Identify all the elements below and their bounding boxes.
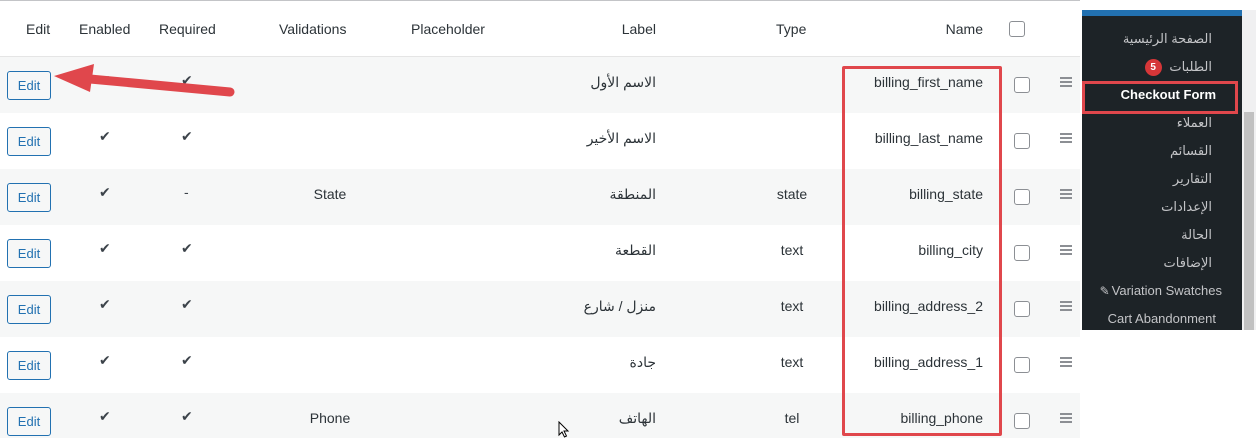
name-cell: billing_first_name: [874, 74, 983, 90]
sidebar-scroll-thumb[interactable]: [1244, 112, 1254, 330]
table-row: Edit ✔ - State المنطقة state billing_state: [0, 169, 1080, 225]
sidebar-item-reports[interactable]: التقارير: [1173, 171, 1212, 187]
drag-handle-icon[interactable]: [1060, 301, 1072, 311]
header-edit: Edit: [26, 21, 51, 37]
type-cell: state: [776, 186, 808, 202]
enabled-check-icon: ✔: [99, 408, 111, 424]
sidebar-item-coupons[interactable]: القسائم: [1170, 143, 1212, 159]
required-check-icon: ✔: [181, 408, 193, 424]
edit-button[interactable]: Edit: [7, 183, 51, 212]
required-check-icon: ✔: [181, 128, 193, 144]
sidebar-item-status[interactable]: الحالة: [1181, 227, 1212, 243]
type-cell: text: [780, 242, 804, 258]
label-cell: منزل / شارع: [583, 298, 656, 314]
table-row: Edit ✔ ✔ الاسم الأول billing_first_name: [0, 57, 1080, 113]
table-row: Edit ✔ ✔ Phone الهاتف tel billing_phone: [0, 393, 1080, 438]
header-name: Name: [945, 21, 983, 37]
row-select-checkbox[interactable]: [1014, 301, 1030, 317]
swatch-icon: ✎: [1099, 284, 1110, 298]
edit-button[interactable]: Edit: [7, 127, 51, 156]
required-check-icon: ✔: [181, 72, 193, 88]
required-check-icon: ✔: [181, 240, 193, 256]
table-header: Edit Enabled Required Validations Placeh…: [0, 0, 1080, 57]
table-row: Edit ✔ ✔ الاسم الأخير billing_last_name: [0, 113, 1080, 169]
row-select-checkbox[interactable]: [1014, 357, 1030, 373]
sidebar-accent-bar: [1082, 10, 1242, 16]
enabled-check-icon: ✔: [99, 296, 111, 312]
header-type: Type: [776, 21, 807, 37]
label-cell: القطعة: [615, 242, 656, 258]
sidebar-item-cart-abandonment[interactable]: Cart Abandonment: [1108, 311, 1216, 326]
header-required: Required: [159, 21, 216, 37]
sidebar-item-orders-label: الطلبات: [1169, 59, 1212, 74]
required-check-icon: ✔: [181, 352, 193, 368]
row-select-checkbox[interactable]: [1014, 413, 1030, 429]
header-enabled: Enabled: [79, 21, 131, 37]
row-select-checkbox[interactable]: [1014, 77, 1030, 93]
orders-count-badge: 5: [1144, 59, 1162, 77]
name-cell: billing_address_2: [874, 298, 983, 314]
edit-button[interactable]: Edit: [7, 239, 51, 268]
label-cell: المنطقة: [609, 186, 656, 202]
sidebar-item-settings[interactable]: الإعدادات: [1161, 199, 1212, 215]
label-cell: جادة: [629, 354, 657, 370]
row-select-checkbox[interactable]: [1014, 189, 1030, 205]
header-label: Label: [621, 21, 656, 37]
name-cell: billing_phone: [900, 410, 983, 426]
sidebar-item-home[interactable]: الصفحة الرئيسية: [1123, 31, 1212, 47]
enabled-check-icon: ✔: [99, 128, 111, 144]
enabled-check-icon: ✔: [99, 240, 111, 256]
table-row: Edit ✔ ✔ القطعة text billing_city: [0, 225, 1080, 281]
drag-handle-icon[interactable]: [1060, 245, 1072, 255]
enabled-check-icon: ✔: [99, 184, 111, 200]
validations-cell: State: [313, 186, 347, 202]
sidebar-item-variation-swatches[interactable]: ✎ Variation Swatches: [1100, 283, 1222, 298]
sidebar-item-checkout-form[interactable]: Checkout Form: [1121, 87, 1216, 102]
name-cell: billing_address_1: [874, 354, 983, 370]
header-placeholder: Placeholder: [411, 21, 485, 37]
header-validations: Validations: [279, 21, 347, 37]
type-cell: text: [780, 354, 804, 370]
label-cell: الاسم الأول: [590, 74, 656, 90]
drag-handle-icon[interactable]: [1060, 189, 1072, 199]
enabled-check-icon: ✔: [99, 72, 111, 88]
enabled-check-icon: ✔: [99, 352, 111, 368]
sidebar-item-variation-swatches-label: Variation Swatches: [1111, 283, 1222, 298]
required-value: -: [184, 184, 189, 200]
select-all-checkbox[interactable]: [1009, 21, 1025, 37]
edit-button[interactable]: Edit: [7, 71, 51, 100]
sidebar-item-extensions[interactable]: الإضافات: [1164, 255, 1212, 271]
row-select-checkbox[interactable]: [1014, 133, 1030, 149]
validations-cell: Phone: [309, 410, 351, 426]
mouse-cursor-icon: [558, 421, 570, 438]
name-cell: billing_last_name: [874, 130, 983, 146]
checkout-fields-table: Edit Enabled Required Validations Placeh…: [0, 0, 1080, 438]
sidebar-item-customers[interactable]: العملاء: [1177, 115, 1212, 131]
sidebar-item-orders[interactable]: الطلبات 5: [1144, 59, 1212, 77]
type-cell: tel: [784, 410, 800, 426]
type-cell: text: [780, 298, 804, 314]
table-row: Edit ✔ ✔ جادة text billing_address_1: [0, 337, 1080, 393]
edit-button[interactable]: Edit: [7, 351, 51, 380]
drag-handle-icon[interactable]: [1060, 413, 1072, 423]
drag-handle-icon[interactable]: [1060, 357, 1072, 367]
name-cell: billing_city: [918, 242, 983, 258]
table-row: Edit ✔ ✔ منزل / شارع text billing_address_2: [0, 281, 1080, 337]
drag-handle-icon[interactable]: [1060, 133, 1072, 143]
admin-sidebar: الصفحة الرئيسية الطلبات 5 Checkout Form …: [1082, 10, 1242, 330]
row-select-checkbox[interactable]: [1014, 245, 1030, 261]
required-check-icon: ✔: [181, 296, 193, 312]
drag-handle-icon[interactable]: [1060, 77, 1072, 87]
label-cell: الاسم الأخير: [586, 130, 656, 146]
name-cell: billing_state: [909, 186, 983, 202]
edit-button[interactable]: Edit: [7, 407, 51, 436]
edit-button[interactable]: Edit: [7, 295, 51, 324]
label-cell: الهاتف: [618, 410, 656, 426]
